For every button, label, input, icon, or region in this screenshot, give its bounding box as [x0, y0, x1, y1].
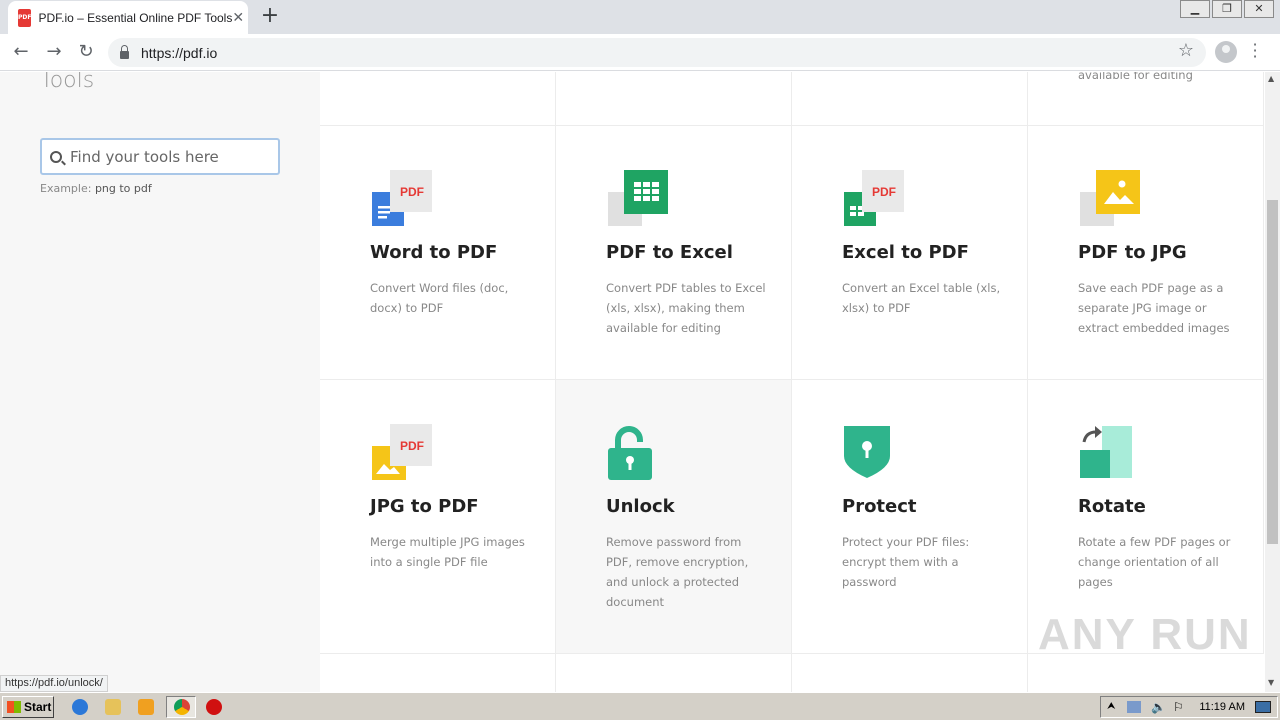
tool-desc: Rotate a few PDF pages or change orienta… — [1078, 535, 1231, 589]
word-to-pdf-icon: PDF — [372, 170, 432, 226]
tool-card-word-to-pdf[interactable]: PDF Word to PDF Convert Word files (doc,… — [320, 126, 556, 380]
taskbar-clock[interactable]: 11:19 AM — [1199, 701, 1245, 713]
search-input[interactable] — [70, 147, 260, 166]
svg-text:PDF: PDF — [400, 439, 424, 453]
jpg-to-pdf-icon: PDF — [372, 424, 432, 480]
anyrun-watermark: ANY RUN — [1038, 610, 1252, 659]
pdf-favicon-icon: PDF — [18, 8, 32, 27]
tool-card-pdf-to-excel[interactable]: PDF to Excel Convert PDF tables to Excel… — [556, 126, 792, 380]
tool-desc: Merge multiple JPG images into a single … — [370, 535, 525, 569]
tool-title: Unlock — [606, 496, 675, 517]
example-label: Example: — [40, 182, 92, 195]
reload-icon[interactable]: ↻ — [73, 40, 99, 66]
tray-arrow-icon[interactable]: ⮝ — [1107, 701, 1116, 712]
browser-toolbar: ← → ↻ https://pdf.io ☆ · · · — [0, 34, 1280, 71]
tool-title: Protect — [842, 496, 917, 517]
menu-dots-icon[interactable]: · · · — [1250, 37, 1260, 65]
window-controls: ▁ ❐ ✕ — [1178, 0, 1274, 18]
example-value[interactable]: png to pdf — [95, 182, 152, 195]
tool-card-jpg-to-pdf[interactable]: PDF JPG to PDF Merge multiple JPG images… — [320, 380, 556, 654]
rotate-icon — [1080, 426, 1132, 478]
start-label: Start — [24, 700, 52, 714]
protect-icon — [844, 426, 890, 478]
flag-icon[interactable]: ⚐ — [1173, 700, 1184, 714]
chrome-taskbar-button[interactable] — [166, 696, 196, 718]
lock-icon — [120, 44, 129, 59]
windows-taskbar: Start ⮝ 🔈 ⚐ 11:19 AM — [0, 692, 1280, 720]
tool-card-partial[interactable] — [320, 654, 556, 692]
browser-tab[interactable]: PDF PDF.io – Essential Online PDF Tools … — [8, 1, 248, 34]
pdf-to-jpg-icon — [1080, 170, 1140, 226]
status-url-bubble: https://pdf.io/unlock/ — [0, 675, 108, 692]
show-desktop-icon[interactable] — [1255, 701, 1271, 713]
tool-desc: Convert PDF tables to Excel (xls, xlsx),… — [606, 281, 766, 335]
internet-explorer-icon[interactable] — [72, 699, 88, 715]
search-icon — [50, 150, 62, 163]
tab-strip: PDF PDF.io – Essential Online PDF Tools … — [0, 0, 1280, 34]
profile-avatar-icon[interactable] — [1215, 41, 1237, 63]
start-button[interactable]: Start — [2, 696, 54, 718]
svg-text:PDF: PDF — [400, 185, 424, 199]
unlock-icon — [608, 426, 652, 480]
svg-text:PDF: PDF — [872, 185, 896, 199]
tool-desc-partial: available for editing — [1078, 72, 1193, 82]
tool-card-protect[interactable]: Protect Protect your PDF files: encrypt … — [792, 380, 1028, 654]
tool-desc: Protect your PDF files: encrypt them wit… — [842, 535, 970, 589]
pdf-to-excel-icon — [608, 170, 668, 226]
tab-title: PDF.io – Essential Online PDF Tools — [38, 10, 233, 25]
page-viewport: Tools Example: png to pdf available for … — [0, 72, 1265, 692]
bookmark-star-icon[interactable]: ☆ — [1178, 40, 1194, 61]
browser-window: PDF PDF.io – Essential Online PDF Tools … — [0, 0, 1280, 720]
tool-card-excel-to-pdf[interactable]: PDF Excel to PDF Convert an Excel table … — [792, 126, 1028, 380]
tool-card-partial[interactable] — [556, 72, 792, 126]
scroll-thumb[interactable] — [1267, 200, 1278, 544]
scroll-down-arrow-icon[interactable]: ▼ — [1268, 678, 1274, 687]
sidebar-title: Tools — [40, 72, 95, 93]
chrome-icon — [174, 699, 190, 715]
tool-title: Rotate — [1078, 496, 1146, 517]
network-icon[interactable] — [1127, 701, 1141, 713]
tool-desc: Convert an Excel table (xls, xlsx) to PD… — [842, 281, 1001, 315]
new-tab-button[interactable]: + — [258, 5, 282, 29]
tool-card-partial[interactable]: available for editing — [1028, 72, 1264, 126]
scroll-up-arrow-icon[interactable]: ▲ — [1268, 74, 1274, 83]
tools-sidebar: Tools Example: png to pdf — [0, 72, 320, 692]
close-window-button[interactable]: ✕ — [1244, 0, 1274, 18]
folder-icon[interactable] — [105, 699, 121, 715]
tool-desc: Convert Word files (doc, docx) to PDF — [370, 281, 509, 315]
address-bar[interactable]: https://pdf.io ☆ — [108, 38, 1206, 67]
tool-title: Excel to PDF — [842, 242, 969, 263]
opera-icon[interactable] — [206, 699, 222, 715]
tool-title: PDF to JPG — [1078, 242, 1187, 263]
url-text: https://pdf.io — [141, 44, 218, 61]
search-example: Example: png to pdf — [40, 182, 152, 195]
tool-card-partial[interactable] — [556, 654, 792, 692]
tool-desc: Save each PDF page as a separate JPG ima… — [1078, 281, 1230, 335]
tool-title: Word to PDF — [370, 242, 498, 263]
tool-card-partial[interactable] — [792, 72, 1028, 126]
excel-to-pdf-icon: PDF — [844, 170, 904, 226]
back-arrow-icon[interactable]: ← — [8, 40, 34, 66]
windows-logo-icon — [7, 701, 21, 713]
page-scrollbar[interactable]: ▲ ▼ — [1265, 72, 1280, 692]
tools-grid: available for editing PDF Word to PDF Co… — [320, 72, 1265, 692]
tool-title: JPG to PDF — [370, 496, 479, 517]
tool-card-partial[interactable] — [792, 654, 1028, 692]
forward-arrow-icon[interactable]: → — [41, 40, 67, 66]
tool-search-box[interactable] — [40, 138, 280, 175]
tool-card-unlock[interactable]: Unlock Remove password from PDF, remove … — [556, 380, 792, 654]
system-tray: ⮝ 🔈 ⚐ 11:19 AM — [1100, 696, 1278, 718]
close-tab-icon[interactable]: ✕ — [232, 10, 244, 26]
tool-title: PDF to Excel — [606, 242, 733, 263]
volume-icon[interactable]: 🔈 — [1151, 700, 1166, 714]
tool-desc: Remove password from PDF, remove encrypt… — [606, 535, 749, 609]
minimize-button[interactable]: ▁ — [1180, 0, 1210, 18]
media-player-icon[interactable] — [138, 699, 154, 715]
tool-card-pdf-to-jpg[interactable]: PDF to JPG Save each PDF page as a separ… — [1028, 126, 1264, 380]
tool-card-partial[interactable] — [320, 72, 556, 126]
restore-button[interactable]: ❐ — [1212, 0, 1242, 18]
